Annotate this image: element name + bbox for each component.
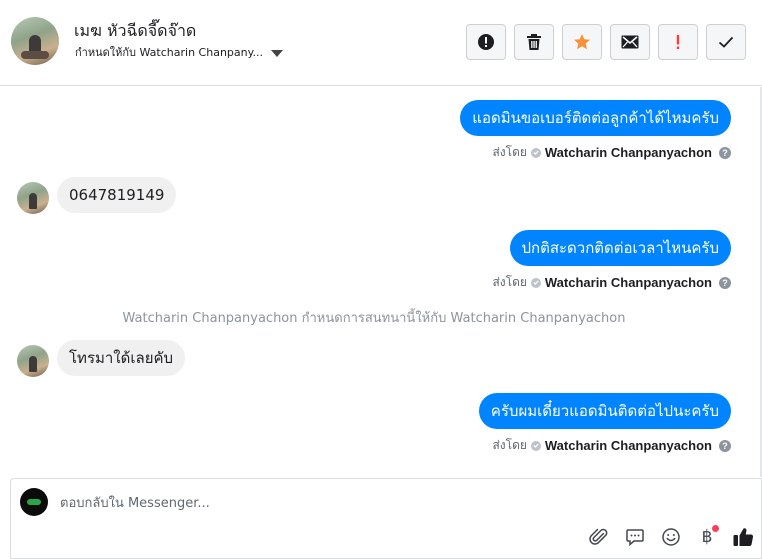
conversation-header: เมฆ หัวฉีดจี๊ดจ๊าด กำหนดให้กับ Watcharin… [0,0,762,86]
contact-avatar-small[interactable] [17,182,49,214]
help-icon[interactable]: ? [719,276,731,289]
payment-button[interactable]: ฿ [695,525,719,549]
sender-name: Watcharin Chanpanyachon [544,275,712,290]
page-avatar [20,488,48,516]
caret-down-icon [271,49,284,57]
sent-by-label: ส่งโดย [492,275,527,289]
delivered-check-icon [530,277,541,288]
notification-dot [712,525,719,532]
sent-by-label: ส่งโดย [492,438,527,452]
sent-by-line: ส่งโดย Watcharin Chanpanyachon ? [492,436,731,455]
emoji-icon [662,528,680,546]
exclamation-icon [676,35,680,49]
spam-button[interactable] [466,24,506,60]
outgoing-message[interactable]: ครับผมเดี๋ยวแอดมินติดต่อไปนะครับ [478,393,731,429]
star-button[interactable] [562,24,602,60]
alert-circle-icon [478,34,494,50]
star-icon [574,34,590,50]
contact-avatar-small[interactable] [17,345,49,377]
conversation-toolbar [466,24,746,60]
assignment-system-note: Watcharin Chanpanyachon กำหนดการสนทนานี้… [122,311,626,326]
saved-reply-icon [626,529,644,547]
saved-replies-button[interactable] [623,525,647,549]
sender-name: Watcharin Chanpanyachon [544,145,712,160]
mark-unread-button[interactable] [610,24,650,60]
delivered-check-icon [530,147,541,158]
baht-payment-icon: ฿ [701,527,713,547]
incoming-message[interactable]: 0647819149 [57,177,177,213]
help-icon[interactable]: ? [719,146,731,159]
check-icon [718,36,734,48]
contact-name[interactable]: เมฆ หัวฉีดจี๊ดจ๊าด [74,19,196,44]
reply-input[interactable] [60,493,620,513]
attach-button[interactable] [587,525,611,549]
delivered-check-icon [530,440,541,451]
emoji-button[interactable] [659,525,683,549]
sent-by-label: ส่งโดย [492,145,527,159]
mark-done-button[interactable] [706,24,746,60]
sent-by-line: ส่งโดย Watcharin Chanpanyachon ? [492,143,731,162]
composer-actions: ฿ [587,525,755,549]
reply-composer: ฿ [10,478,762,559]
outgoing-message[interactable]: แอดมินขอเบอร์ติดต่อลูกค้าได้ไหมครับ [460,100,731,136]
assignment-label: กำหนดให้กับ Watcharin Chanpany... [75,46,264,59]
outgoing-message[interactable]: ปกติสะดวกติดต่อเวลาไหนครับ [509,230,731,266]
message-thread[interactable]: แอดมินขอเบอร์ติดต่อลูกค้าได้ไหมครับ ส่งโ… [0,87,762,475]
contact-avatar[interactable] [11,17,59,65]
delete-button[interactable] [514,24,554,60]
envelope-icon [621,35,639,49]
like-button[interactable] [731,525,755,549]
follow-up-button[interactable] [658,24,698,60]
help-icon[interactable]: ? [719,439,731,452]
trash-icon [527,34,541,50]
sent-by-line: ส่งโดย Watcharin Chanpanyachon ? [492,273,731,292]
assignment-dropdown[interactable]: กำหนดให้กับ Watcharin Chanpany... [75,43,284,61]
thumbs-up-icon [733,528,754,547]
paperclip-icon [589,528,608,545]
sender-name: Watcharin Chanpanyachon [544,438,712,453]
incoming-message[interactable]: โทรมาใด้เลยคับ [57,340,186,376]
